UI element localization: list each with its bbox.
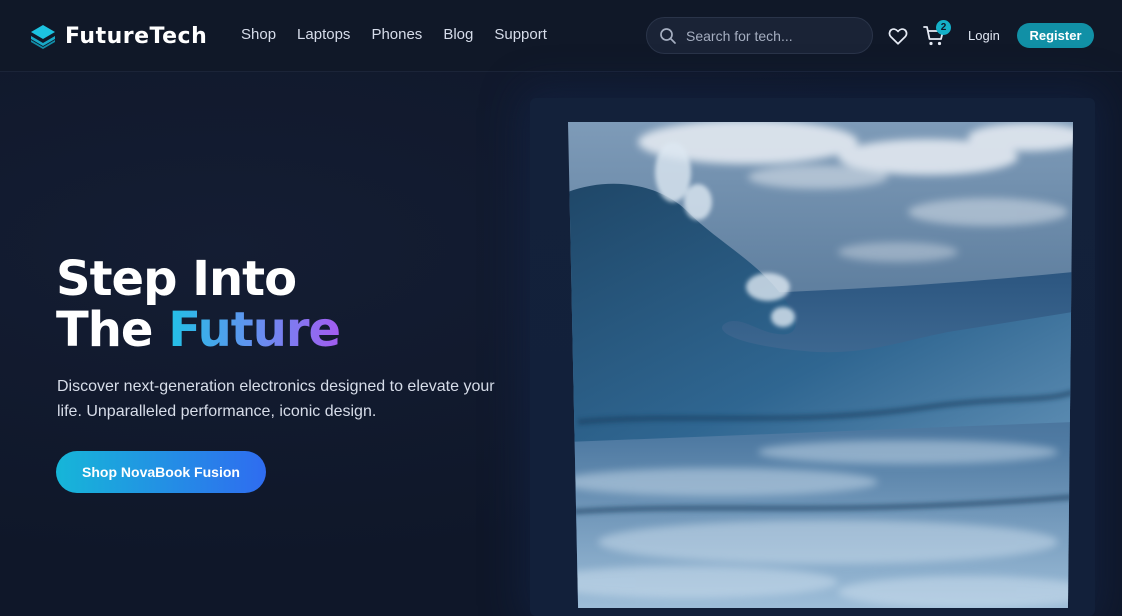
brand-name: FutureTech [65, 23, 208, 49]
hero-title-highlight: Future [168, 302, 341, 358]
register-button[interactable]: Register [1017, 23, 1094, 48]
search-box[interactable] [646, 17, 873, 54]
cart-count-badge: 2 [936, 20, 951, 35]
hero-title-line1: Step Into [56, 251, 297, 307]
main-nav: Shop Laptops Phones Blog Support [241, 26, 568, 43]
nav-item-shop[interactable]: Shop [241, 26, 276, 43]
hero-description: Discover next-generation electronics des… [57, 378, 495, 420]
layers-icon [31, 25, 55, 49]
login-link[interactable]: Login [968, 28, 1000, 43]
nav-item-phones[interactable]: Phones [371, 26, 422, 43]
site-header: FutureTech Shop Laptops Phones Blog Supp… [0, 0, 1122, 72]
heart-icon[interactable] [887, 25, 909, 47]
nav-item-laptops[interactable]: Laptops [297, 26, 350, 43]
nav-item-support[interactable]: Support [494, 26, 547, 43]
hero-wave-image [568, 122, 1073, 608]
nav-item-blog[interactable]: Blog [443, 26, 473, 43]
hero-title-line2: The [56, 302, 153, 358]
hero-title: Step Into The Future [56, 251, 341, 358]
brand-logo[interactable]: FutureTech [30, 22, 207, 50]
search-input[interactable] [686, 27, 856, 44]
search-icon [660, 27, 676, 44]
shop-novabook-button[interactable]: Shop NovaBook Fusion [56, 451, 266, 493]
